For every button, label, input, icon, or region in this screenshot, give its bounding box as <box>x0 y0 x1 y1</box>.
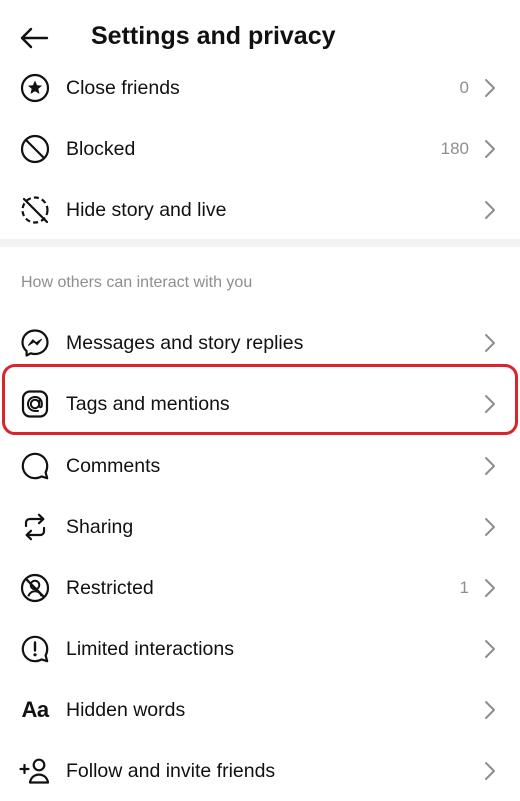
back-button[interactable] <box>14 18 54 58</box>
hide-story-row[interactable]: Hide story and live <box>0 179 520 240</box>
limited-interactions-row[interactable]: Limited interactions <box>0 618 520 679</box>
chevron-right-icon <box>485 200 495 219</box>
chevron-right-icon <box>485 78 495 97</box>
messenger-icon <box>19 327 51 359</box>
restricted-count: 1 <box>459 577 469 597</box>
chevron-right-icon <box>485 139 495 158</box>
restricted-row[interactable]: Restricted 1 <box>0 557 520 618</box>
follow-invite-friends-row[interactable]: Follow and invite friends <box>0 740 520 801</box>
exclamation-bubble-icon <box>19 633 51 665</box>
hidden-words-row[interactable]: Aa Hidden words <box>0 679 520 740</box>
page-title: Settings and privacy <box>91 22 336 50</box>
sharing-label: Sharing <box>66 515 134 538</box>
restricted-icon <box>19 572 51 604</box>
arrow-left-icon <box>20 27 49 49</box>
chevron-right-icon <box>485 578 495 597</box>
sharing-row[interactable]: Sharing <box>0 496 520 557</box>
section-divider <box>0 239 520 247</box>
text-aa-icon: Aa <box>19 694 51 726</box>
comment-bubble-icon <box>19 450 51 482</box>
at-sign-icon <box>19 388 51 420</box>
chevron-right-icon <box>485 700 495 719</box>
chevron-right-icon <box>485 456 495 475</box>
blocked-icon <box>19 133 51 165</box>
star-circle-icon <box>19 72 51 104</box>
blocked-label: Blocked <box>66 137 136 160</box>
add-person-icon <box>19 755 51 787</box>
close-friends-count: 0 <box>459 77 469 97</box>
hide-story-label: Hide story and live <box>66 198 227 221</box>
section-header: How others can interact with you <box>21 274 253 291</box>
comments-row[interactable]: Comments <box>0 435 520 496</box>
text-aa-glyph: Aa <box>21 696 49 722</box>
restricted-label: Restricted <box>66 576 154 599</box>
close-friends-label: Close friends <box>66 76 180 99</box>
chevron-right-icon <box>485 639 495 658</box>
chevron-right-icon <box>485 761 495 780</box>
messages-story-replies-row[interactable]: Messages and story replies <box>0 312 520 373</box>
chevron-right-icon <box>485 517 495 536</box>
comments-label: Comments <box>66 454 161 477</box>
follow-invite-friends-label: Follow and invite friends <box>66 759 276 782</box>
hide-story-icon <box>19 194 51 226</box>
tags-mentions-row[interactable]: Tags and mentions <box>0 373 520 434</box>
hidden-words-label: Hidden words <box>66 698 186 721</box>
blocked-count: 180 <box>440 138 469 158</box>
tags-mentions-label: Tags and mentions <box>66 392 230 415</box>
blocked-row[interactable]: Blocked 180 <box>0 118 520 179</box>
limited-interactions-label: Limited interactions <box>66 637 234 660</box>
messages-story-replies-label: Messages and story replies <box>66 331 304 354</box>
close-friends-row[interactable]: Close friends 0 <box>0 57 520 118</box>
chevron-right-icon <box>485 394 495 413</box>
share-arrows-icon <box>19 511 51 543</box>
chevron-right-icon <box>485 333 495 352</box>
